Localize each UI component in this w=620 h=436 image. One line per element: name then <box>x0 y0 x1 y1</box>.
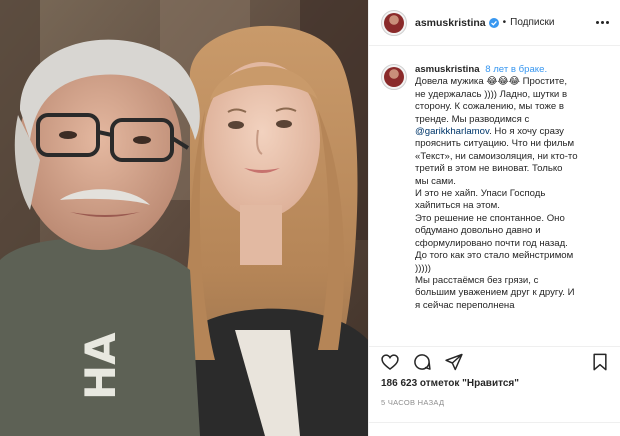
selfie-photo: HA <box>0 0 368 436</box>
action-bar <box>369 346 620 376</box>
share-icon[interactable] <box>443 351 465 373</box>
likes-count[interactable]: 186 623 отметок "Нравится" <box>381 378 519 389</box>
heart-icon[interactable] <box>379 351 401 373</box>
following-button[interactable]: Подписки <box>510 17 554 28</box>
caption-line: обдумано довольно давно и <box>415 225 541 237</box>
caption-line: Довела мужика 😂😂😂 Простите, <box>415 76 568 88</box>
post-header: asmuskristina • Подписки <box>369 0 620 46</box>
caption-line: тренде. Мы разводимся с <box>415 113 530 125</box>
caption-line: сторону. К сожалению, мы тоже в <box>415 101 564 113</box>
caption-line: ))))) <box>415 262 431 274</box>
caption-line: Это решение не спонтанное. Оно <box>415 212 565 224</box>
caption-line: мы сами. <box>415 175 456 187</box>
bookmark-icon[interactable] <box>589 351 611 373</box>
caption-avatar[interactable] <box>381 64 407 90</box>
caption-intro: 8 лет в браке. <box>485 64 548 75</box>
caption-username[interactable]: asmuskristina <box>415 64 480 75</box>
mention-link[interactable]: @garikkharlamov <box>415 126 489 137</box>
caption-line: До того как это стало мейнстримом <box>415 250 574 262</box>
comment-input-area[interactable] <box>369 422 620 436</box>
caption-line: Мы расстаёмся без грязи, с <box>415 274 539 286</box>
caption-line: я сейчас переполнена <box>415 299 515 311</box>
caption-line: И это не хайп. Упаси Господь <box>415 188 546 200</box>
caption-text: asmuskristina 8 лет в браке. Довела мужи… <box>415 64 613 346</box>
comment-icon[interactable] <box>411 351 433 373</box>
caption-area: asmuskristina 8 лет в браке. Довела мужи… <box>369 46 620 346</box>
caption-line: не удержалась )))) Ладно, шутки в <box>415 88 568 100</box>
post-side-panel: asmuskristina • Подписки asmuskristina 8… <box>368 0 620 436</box>
verified-badge-icon <box>488 17 499 28</box>
caption-line: хайпиться на этом. <box>415 200 500 212</box>
caption-line: прояснить ситуацию. Что ни фильм <box>415 138 575 150</box>
caption-line: «Текст», ни самоизоляция, ни кто-то <box>415 150 578 162</box>
avatar-image <box>384 67 404 87</box>
caption-line: третий в этом не виноват. Только <box>415 163 563 175</box>
caption-line: . Но я хочу сразу <box>489 126 564 138</box>
shirt-lettering: HA <box>76 332 125 400</box>
author-username[interactable]: asmuskristina <box>415 17 486 29</box>
more-options-icon[interactable] <box>594 15 610 31</box>
author-avatar[interactable] <box>381 9 407 36</box>
caption-line: сформулировано почти год назад. <box>415 237 568 249</box>
header-separator: • <box>502 17 507 28</box>
post-timestamp[interactable]: 5 ЧАСОВ НАЗАД <box>381 398 444 407</box>
avatar-image <box>384 12 404 33</box>
post-photo[interactable]: HA <box>0 0 368 436</box>
caption-line: большим уважением друг к другу. И <box>415 287 575 299</box>
